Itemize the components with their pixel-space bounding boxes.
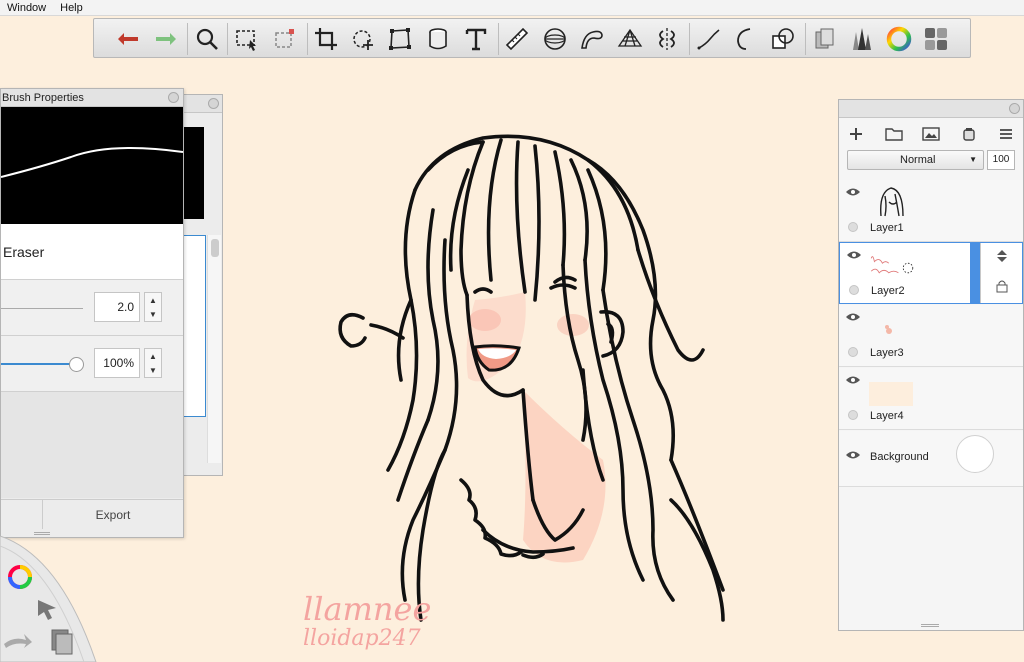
eye-icon[interactable] <box>845 186 861 198</box>
brush-name: Eraser <box>1 224 183 280</box>
ellipse-guide-icon[interactable] <box>540 24 570 54</box>
background-color-swatch[interactable] <box>956 435 994 473</box>
resize-grip[interactable] <box>921 624 939 627</box>
opacity-input[interactable]: 100% <box>94 348 140 378</box>
layer-thumbnail <box>870 256 914 274</box>
distort-icon[interactable] <box>385 24 415 54</box>
size-row: 2.0 ▲ ▼ <box>1 280 183 336</box>
reorder-icon[interactable] <box>995 249 1009 263</box>
opacity-row: 100% ▲ ▼ <box>1 336 183 392</box>
opacity-stepper[interactable]: ▲ ▼ <box>144 348 162 378</box>
select-crop-icon[interactable] <box>270 24 300 54</box>
signature-line1: llamnee <box>303 590 431 628</box>
menu-bar: Window Help <box>0 0 1024 16</box>
layer-name: Layer3 <box>870 347 904 359</box>
shape-icon[interactable] <box>768 24 798 54</box>
crop-icon[interactable] <box>311 24 341 54</box>
undo-icon[interactable] <box>114 24 144 54</box>
ui-layout-icon[interactable] <box>921 24 951 54</box>
eye-icon[interactable] <box>846 249 862 261</box>
opacity-slider-handle[interactable] <box>69 357 84 372</box>
stroke-icon[interactable] <box>694 24 724 54</box>
signature-line2: lloidap247 <box>303 626 421 651</box>
symmetry-icon[interactable] <box>652 24 682 54</box>
color-wheel-icon[interactable] <box>884 24 914 54</box>
transform-icon[interactable] <box>348 24 378 54</box>
layer-name: Layer2 <box>871 285 905 297</box>
menu-window[interactable]: Window <box>0 0 53 16</box>
layer-row[interactable]: Layer1 <box>839 180 1023 242</box>
layer-radio[interactable] <box>848 347 858 357</box>
chevron-down-icon: ▼ <box>969 155 977 164</box>
layer-row[interactable]: Layer3 <box>839 305 1023 367</box>
zoom-icon[interactable] <box>192 24 222 54</box>
select-rect-icon[interactable] <box>232 24 262 54</box>
drawing-canvas[interactable]: llamnee lloidap247 <box>183 60 838 662</box>
layer-thumbnail <box>885 325 892 334</box>
layer-radio[interactable] <box>849 285 859 295</box>
text-icon[interactable] <box>461 24 491 54</box>
image-layer-icon[interactable] <box>921 124 941 144</box>
layer-opacity-bar[interactable] <box>970 243 980 303</box>
clear-layer-icon[interactable] <box>959 124 979 144</box>
layer-name: Background <box>870 451 929 463</box>
french-curve-icon[interactable] <box>577 24 607 54</box>
eye-icon[interactable] <box>845 449 861 461</box>
close-icon[interactable] <box>1009 103 1020 114</box>
export-button[interactable]: Export <box>43 500 183 529</box>
layer-row-selected[interactable]: Layer2 <box>839 242 1023 304</box>
layer-toolbar <box>839 122 1023 146</box>
blend-mode-value: Normal <box>900 154 936 166</box>
layer-name: Layer4 <box>870 410 904 422</box>
lagoon-radial-menu <box>0 536 110 662</box>
layer-radio[interactable] <box>848 410 858 420</box>
scrollbar[interactable] <box>207 235 221 463</box>
menu-help[interactable]: Help <box>53 0 90 16</box>
layer-row[interactable]: Layer4 <box>839 368 1023 430</box>
layer-thumbnail <box>880 187 904 217</box>
fill-bucket-icon[interactable] <box>423 24 453 54</box>
resize-grip[interactable] <box>34 532 50 535</box>
layer-row-background[interactable]: Background <box>839 431 1023 487</box>
close-icon[interactable] <box>168 92 179 103</box>
opacity-slider[interactable] <box>1 363 75 365</box>
brush-properties-title: Brush Properties <box>2 92 84 104</box>
lock-icon[interactable] <box>995 279 1009 293</box>
copic-icon[interactable] <box>810 24 840 54</box>
size-slider[interactable] <box>1 308 83 309</box>
ruler-icon[interactable] <box>502 24 532 54</box>
predictive-stroke-icon[interactable] <box>731 24 761 54</box>
close-icon[interactable] <box>208 98 219 109</box>
add-layer-icon[interactable] <box>846 124 866 144</box>
perspective-icon[interactable] <box>615 24 645 54</box>
footer-left-button[interactable] <box>1 500 43 529</box>
eye-icon[interactable] <box>845 374 861 386</box>
layer-thumbnail <box>869 382 913 406</box>
size-input[interactable]: 2.0 <box>94 292 140 322</box>
panel-empty-area <box>1 392 183 498</box>
menu-icon[interactable] <box>996 124 1016 144</box>
layer-opacity-input[interactable]: 100 <box>987 150 1015 170</box>
brush-library-icon[interactable] <box>847 24 877 54</box>
layer-name: Layer1 <box>870 222 904 234</box>
layer-radio[interactable] <box>848 222 858 232</box>
panel-title: Brush Properties <box>1 89 183 107</box>
layers-panel: Normal ▼ 100 Layer1 Layer2 Layer3 Layer4 <box>838 99 1024 631</box>
brush-stroke-preview <box>0 107 184 224</box>
line-art: llamnee lloidap247 <box>303 134 725 651</box>
redo-icon[interactable] <box>150 24 180 54</box>
brush-library-panel <box>184 94 223 476</box>
folder-icon[interactable] <box>884 124 904 144</box>
brush-list[interactable] <box>184 235 206 417</box>
main-toolbar <box>93 18 971 58</box>
brush-preview-thumb <box>184 127 204 219</box>
size-stepper[interactable]: ▲ ▼ <box>144 292 162 322</box>
eye-icon[interactable] <box>845 311 861 323</box>
brush-properties-panel: Brush Properties Eraser 2.0 ▲ ▼ 100% ▲ ▼ E… <box>0 88 184 538</box>
blend-mode-select[interactable]: Normal ▼ <box>847 150 984 170</box>
panel-footer: Export <box>1 499 183 529</box>
layer-options <box>980 243 1023 303</box>
